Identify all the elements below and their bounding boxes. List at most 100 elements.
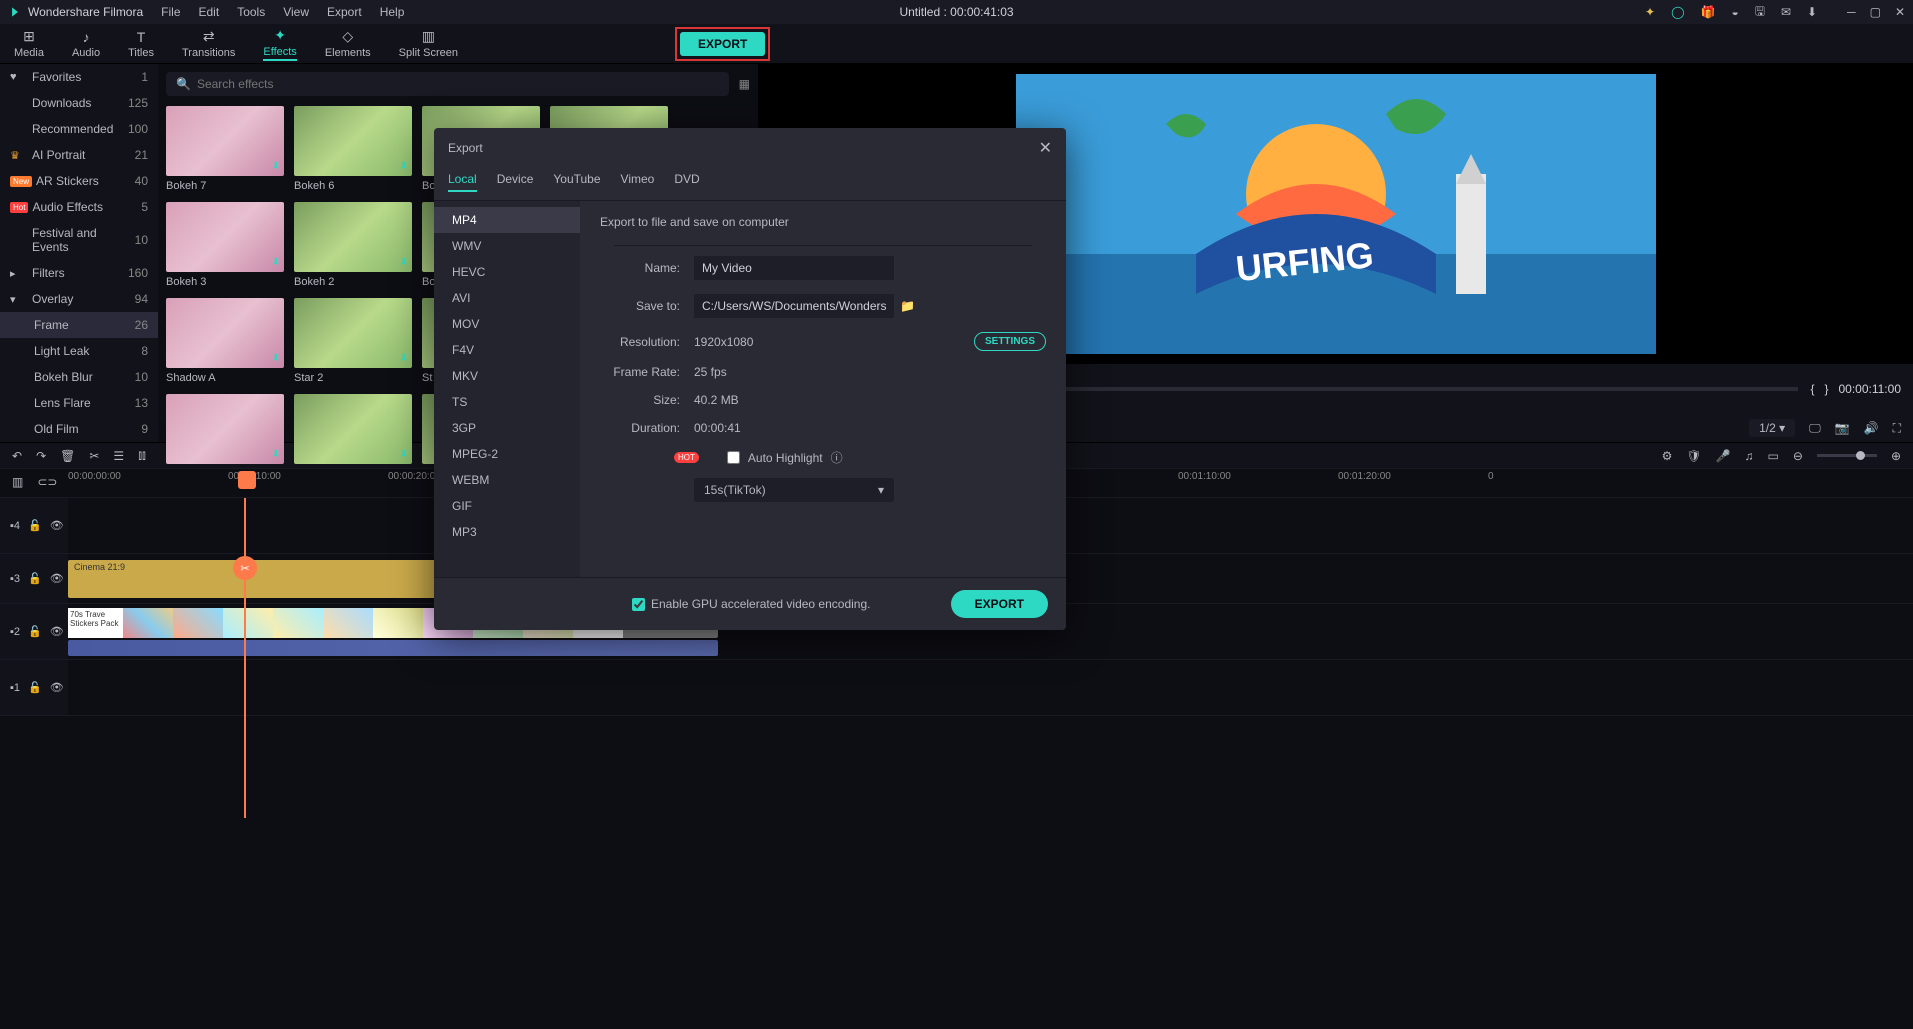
download-icon[interactable]: ⬇ bbox=[1807, 5, 1817, 19]
sidebar-favorites[interactable]: ♥Favorites1 bbox=[0, 64, 158, 90]
bracket-right-icon[interactable]: } bbox=[1824, 382, 1828, 396]
tab-effects[interactable]: ✦Effects bbox=[249, 24, 310, 63]
fullscreen-icon[interactable]: ⛶ bbox=[1893, 421, 1901, 436]
menu-edit[interactable]: Edit bbox=[199, 5, 220, 19]
save-icon[interactable]: 🖫 bbox=[1755, 2, 1765, 23]
settings-gear-icon[interactable]: ⚙ bbox=[1662, 449, 1673, 463]
playhead-marker[interactable] bbox=[238, 471, 256, 489]
search-box[interactable]: 🔍 bbox=[166, 72, 729, 96]
minimize-icon[interactable]: ─ bbox=[1847, 5, 1856, 19]
tab-titles[interactable]: TTitles bbox=[114, 24, 168, 63]
sidebar-audio-effects[interactable]: HotAudio Effects5 bbox=[0, 194, 158, 220]
bracket-left-icon[interactable]: { bbox=[1810, 382, 1814, 396]
format-wmv[interactable]: WMV bbox=[434, 233, 580, 259]
saveto-input[interactable] bbox=[694, 294, 894, 318]
lock-icon[interactable]: 🔓 bbox=[28, 519, 42, 532]
effect-card[interactable]: ⬇Bokeh 2 bbox=[294, 202, 412, 288]
effect-card[interactable]: ⬇Bokeh 7 bbox=[166, 106, 284, 192]
export-confirm-button[interactable]: EXPORT bbox=[951, 590, 1048, 618]
zoom-in-icon[interactable]: ⊕ bbox=[1891, 449, 1901, 463]
sidebar-old-film[interactable]: Old Film9 bbox=[0, 416, 158, 442]
volume-icon[interactable]: 🔊 bbox=[1864, 421, 1879, 435]
format-avi[interactable]: AVI bbox=[434, 285, 580, 311]
effect-card[interactable]: ⬇Bokeh 6 bbox=[294, 106, 412, 192]
format-gif[interactable]: GIF bbox=[434, 493, 580, 519]
cut-icon[interactable]: ✂ bbox=[89, 449, 99, 463]
grid-view-icon[interactable]: ▦ bbox=[739, 77, 750, 91]
zoom-out-icon[interactable]: ⊖ bbox=[1793, 449, 1803, 463]
settings-button[interactable]: SETTINGS bbox=[974, 332, 1046, 351]
menu-tools[interactable]: Tools bbox=[237, 5, 265, 19]
menu-view[interactable]: View bbox=[283, 5, 309, 19]
eye-icon[interactable]: 👁 bbox=[50, 519, 64, 532]
redo-icon[interactable]: ↷ bbox=[36, 449, 46, 463]
sidebar-downloads[interactable]: Downloads125 bbox=[0, 90, 158, 116]
format-f4v[interactable]: F4V bbox=[434, 337, 580, 363]
tab-elements[interactable]: ◇Elements bbox=[311, 24, 385, 63]
format-mkv[interactable]: MKV bbox=[434, 363, 580, 389]
track-toggle-icon[interactable]: ▪2 bbox=[10, 626, 20, 638]
ruler-mode-icon[interactable]: ▥ bbox=[12, 475, 23, 489]
browse-folder-icon[interactable]: 📁 bbox=[900, 299, 915, 313]
format-mov[interactable]: MOV bbox=[434, 311, 580, 337]
marker-icon[interactable]: ▭ bbox=[1768, 449, 1779, 463]
playback-speed[interactable]: 1/2 ▾ bbox=[1749, 419, 1795, 437]
track-toggle-icon[interactable]: ▪4 bbox=[10, 520, 20, 532]
auto-highlight-checkbox[interactable] bbox=[727, 451, 740, 464]
tab-transitions[interactable]: ⇄Transitions bbox=[168, 24, 249, 63]
track-toggle-icon[interactable]: ▪3 bbox=[10, 573, 20, 585]
shield-icon[interactable]: 🛡 bbox=[1686, 449, 1701, 463]
maximize-icon[interactable]: ▢ bbox=[1870, 5, 1881, 19]
sidebar-bokeh-blur[interactable]: Bokeh Blur10 bbox=[0, 364, 158, 390]
format-mp3[interactable]: MP3 bbox=[434, 519, 580, 545]
effect-card[interactable]: ⬇ bbox=[294, 394, 412, 468]
format-hevc[interactable]: HEVC bbox=[434, 259, 580, 285]
format-mpeg-2[interactable]: MPEG-2 bbox=[434, 441, 580, 467]
effect-card[interactable]: ⬇Star 2 bbox=[294, 298, 412, 384]
menu-export[interactable]: Export bbox=[327, 5, 362, 19]
format-mp4[interactable]: MP4 bbox=[434, 207, 580, 233]
effect-card[interactable]: ⬇Shadow A bbox=[166, 298, 284, 384]
audio-wave-icon[interactable]: ⫾⫾ bbox=[138, 448, 146, 463]
account-icon[interactable]: ◒ bbox=[1731, 5, 1738, 19]
tab-device[interactable]: Device bbox=[497, 168, 534, 192]
gpu-checkbox[interactable] bbox=[632, 598, 645, 611]
menu-file[interactable]: File bbox=[161, 5, 180, 19]
close-window-icon[interactable]: ✕ bbox=[1895, 5, 1905, 19]
tab-local[interactable]: Local bbox=[448, 168, 477, 192]
sidebar-festival[interactable]: Festival and Events10 bbox=[0, 220, 158, 260]
monitor-icon[interactable]: 🖵 bbox=[1809, 421, 1821, 436]
mail-icon[interactable]: ✉ bbox=[1781, 5, 1791, 19]
sidebar-lens-flare[interactable]: Lens Flare13 bbox=[0, 390, 158, 416]
close-icon[interactable]: ✕ bbox=[1039, 138, 1052, 158]
name-input[interactable] bbox=[694, 256, 894, 280]
tab-splitscreen[interactable]: ▥Split Screen bbox=[385, 24, 472, 63]
format-3gp[interactable]: 3GP bbox=[434, 415, 580, 441]
sidebar-recommended[interactable]: Recommended100 bbox=[0, 116, 158, 142]
delete-icon[interactable]: 🗑 bbox=[60, 449, 75, 463]
mic-icon[interactable]: 🎤 bbox=[1716, 449, 1731, 463]
format-webm[interactable]: WEBM bbox=[434, 467, 580, 493]
sidebar-ar-stickers[interactable]: NewAR Stickers40 bbox=[0, 168, 158, 194]
tab-vimeo[interactable]: Vimeo bbox=[621, 168, 655, 192]
sidebar-frame[interactable]: Frame26 bbox=[0, 312, 158, 338]
adjust-icon[interactable]: ☰ bbox=[113, 449, 124, 463]
lock-icon[interactable]: 🔓 bbox=[28, 681, 42, 694]
eye-icon[interactable]: 👁 bbox=[50, 572, 64, 585]
info-icon[interactable]: ⓘ bbox=[831, 449, 843, 466]
export-button[interactable]: EXPORT bbox=[680, 32, 765, 56]
format-ts[interactable]: TS bbox=[434, 389, 580, 415]
snapshot-icon[interactable]: 📷 bbox=[1835, 421, 1850, 435]
tab-youtube[interactable]: YouTube bbox=[553, 168, 600, 192]
effect-card[interactable]: ⬇ bbox=[166, 394, 284, 468]
menu-help[interactable]: Help bbox=[380, 5, 405, 19]
magnet-icon[interactable]: ⊂⊃ bbox=[37, 475, 57, 489]
tab-media[interactable]: ⊞Media bbox=[0, 24, 58, 63]
gpu-checkbox-row[interactable]: Enable GPU accelerated video encoding. bbox=[632, 597, 870, 611]
playhead[interactable]: ✂ bbox=[244, 498, 246, 818]
tab-audio[interactable]: ♪Audio bbox=[58, 24, 114, 63]
split-scissors-icon[interactable]: ✂ bbox=[233, 556, 257, 580]
clip-audio[interactable] bbox=[68, 640, 718, 656]
eye-icon[interactable]: 👁 bbox=[50, 681, 64, 694]
sidebar-light-leak[interactable]: Light Leak8 bbox=[0, 338, 158, 364]
